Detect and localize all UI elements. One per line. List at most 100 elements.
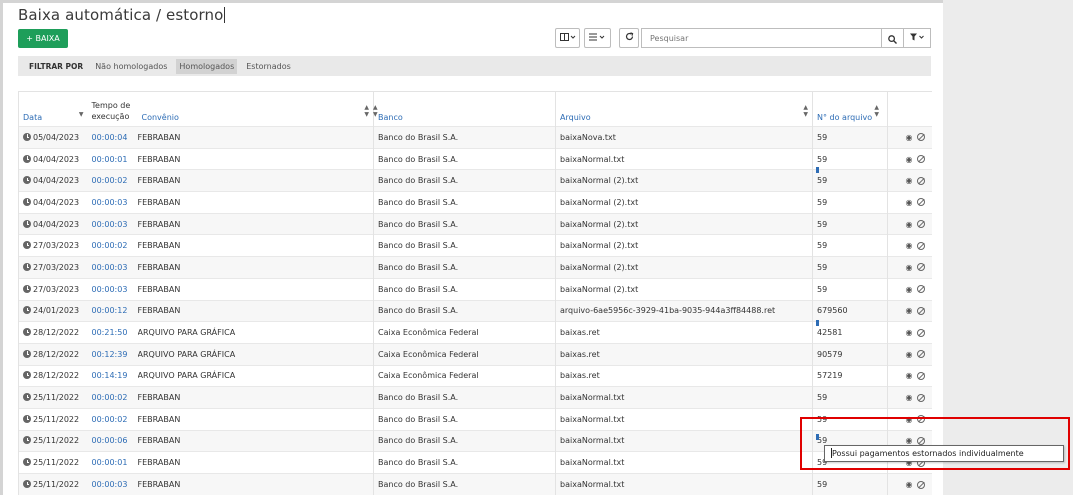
header-arquivo[interactable]: Arquivo ▲ ▼: [555, 91, 813, 127]
header-tempo: Tempo de execução: [87, 91, 138, 127]
ban-icon[interactable]: [916, 263, 925, 272]
cell-arquivo: baixaNormal.txt: [555, 147, 813, 170]
table-row[interactable]: 24/01/2023 00:00:12 FEBRABAN Banco do Brasi…: [18, 299, 932, 322]
cell-tempo[interactable]: 00:00:04: [87, 126, 138, 149]
cell-banco: Banco do Brasil S.A.: [373, 191, 556, 214]
cell-tempo[interactable]: 00:00:02: [87, 407, 138, 431]
ban-icon[interactable]: [916, 393, 925, 402]
cell-actions: ◉: [887, 386, 932, 409]
cell-arquivo: baixaNormal (2).txt: [555, 277, 813, 300]
cell-arquivo: baixaNormal (2).txt: [555, 234, 813, 257]
ban-icon[interactable]: [916, 220, 925, 229]
cell-tempo[interactable]: 00:00:03: [87, 191, 138, 214]
table-row[interactable]: 25/11/2022 00:00:02 FEBRABAN Banco do Brasi…: [18, 386, 932, 409]
table-row[interactable]: 04/04/2023 00:00:03 FEBRABAN Banco do Brasi…: [18, 191, 932, 214]
ban-icon[interactable]: [916, 155, 925, 164]
cell-convenio: FEBRABAN: [137, 191, 374, 214]
cell-tempo[interactable]: 00:00:12: [87, 299, 138, 322]
header-banco[interactable]: Banco ▲ ▼: [373, 91, 556, 127]
table-row[interactable]: 25/11/2022 00:00:01 FEBRABAN Banco do Brasi…: [18, 451, 932, 474]
eye-icon[interactable]: ◉: [906, 133, 913, 142]
table-row[interactable]: 25/11/2022 00:00:02 FEBRABAN Banco do Brasi…: [18, 407, 932, 431]
ban-icon[interactable]: [916, 480, 925, 489]
header-convenio[interactable]: Convênio ▲ ▼: [137, 91, 374, 127]
eye-icon[interactable]: ◉: [906, 198, 913, 207]
header-data[interactable]: Data ▼: [18, 91, 88, 127]
cell-tempo[interactable]: 00:00:03: [87, 277, 138, 300]
table-row[interactable]: 04/04/2023 00:00:01 FEBRABAN Banco do Brasi…: [18, 147, 932, 170]
ban-icon[interactable]: [916, 133, 925, 142]
columns-button[interactable]: [555, 28, 580, 48]
eye-icon[interactable]: ◉: [906, 263, 913, 272]
filter-bar: FILTRAR POR Não homologados Homologados …: [18, 56, 931, 76]
header-numero[interactable]: N° do arquivo ▲ ▼: [812, 91, 888, 127]
cell-tempo[interactable]: 00:00:02: [87, 234, 138, 257]
table-row[interactable]: 04/04/2023 00:00:02 FEBRABAN Banco do Brasi…: [18, 169, 932, 192]
cell-actions: ◉: [887, 234, 932, 257]
filter-option-nao-homologados[interactable]: Não homologados: [92, 59, 170, 74]
ban-icon[interactable]: [916, 198, 925, 207]
eye-icon[interactable]: ◉: [906, 306, 913, 315]
table-row[interactable]: 27/03/2023 00:00:03 FEBRABAN Banco do Brasi…: [18, 277, 932, 300]
cell-banco: Banco do Brasil S.A.: [373, 234, 556, 257]
filter-option-estornados[interactable]: Estornados: [243, 59, 294, 74]
ban-icon[interactable]: [916, 371, 925, 380]
cell-tempo[interactable]: 00:00:01: [87, 147, 138, 170]
eye-icon[interactable]: ◉: [906, 241, 913, 250]
ban-icon[interactable]: [916, 241, 925, 250]
cell-tempo[interactable]: 00:21:50: [87, 321, 138, 344]
add-baixa-button[interactable]: + BAIXA: [18, 29, 68, 48]
table-row[interactable]: 27/03/2023 00:00:02 FEBRABAN Banco do Brasi…: [18, 234, 932, 257]
table-row[interactable]: 27/03/2023 00:00:03 FEBRABAN Banco do Brasi…: [18, 256, 932, 279]
table-row[interactable]: 28/12/2022 00:21:50 ARQUIVO PARA GRÁFICA Ca…: [18, 321, 932, 344]
table-row[interactable]: 25/11/2022 00:00:03 FEBRABAN Banco do Brasi…: [18, 473, 932, 495]
cell-tempo[interactable]: 00:00:01: [87, 451, 138, 474]
clock-icon: [23, 458, 31, 467]
search-input[interactable]: [641, 28, 881, 48]
cell-tempo[interactable]: 00:00:06: [87, 429, 138, 452]
table-row[interactable]: 28/12/2022 00:12:39 ARQUIVO PARA GRÁFICA Ca…: [18, 342, 932, 366]
cell-convenio: FEBRABAN: [137, 386, 374, 409]
table-row[interactable]: 25/11/2022 00:00:06 FEBRABAN Banco do Brasi…: [18, 429, 932, 452]
cell-numero: 42581: [812, 321, 888, 344]
eye-icon[interactable]: ◉: [906, 371, 913, 380]
filter-button[interactable]: [904, 28, 931, 48]
ban-icon[interactable]: [916, 285, 925, 294]
cell-arquivo: baixaNormal.txt: [555, 451, 813, 474]
refresh-button[interactable]: [619, 28, 639, 48]
cell-numero: 90579: [812, 342, 888, 366]
table-row[interactable]: 28/12/2022 00:14:19 ARQUIVO PARA GRÁFICA Ca…: [18, 364, 932, 387]
filter-option-homologados[interactable]: Homologados: [176, 58, 238, 74]
eye-icon[interactable]: ◉: [906, 328, 913, 337]
cell-tempo[interactable]: 00:00:02: [87, 386, 138, 409]
ban-icon[interactable]: [916, 306, 925, 315]
eye-icon[interactable]: ◉: [906, 480, 913, 489]
filter-label: FILTRAR POR: [29, 61, 84, 71]
left-border: [0, 0, 3, 495]
cell-tempo[interactable]: 00:00:03: [87, 212, 138, 235]
cell-tempo[interactable]: 00:00:03: [87, 256, 138, 279]
sort-icon: ▲ ▼: [373, 104, 378, 118]
cell-banco: Banco do Brasil S.A.: [373, 126, 556, 149]
cell-tempo[interactable]: 00:12:39: [87, 342, 138, 366]
eye-icon[interactable]: ◉: [906, 220, 913, 229]
cell-data: 25/11/2022: [18, 386, 88, 409]
ban-icon[interactable]: [916, 328, 925, 337]
columns-icon: [559, 32, 576, 44]
ban-icon[interactable]: [916, 350, 925, 359]
search-button[interactable]: [881, 28, 904, 48]
eye-icon[interactable]: ◉: [906, 176, 913, 185]
eye-icon[interactable]: ◉: [906, 285, 913, 294]
eye-icon[interactable]: ◉: [906, 155, 913, 164]
ban-icon[interactable]: [916, 176, 925, 185]
cell-tempo[interactable]: 00:00:02: [87, 169, 138, 192]
cell-tempo[interactable]: 00:00:03: [87, 473, 138, 495]
list-button[interactable]: [584, 28, 611, 48]
cell-tempo[interactable]: 00:14:19: [87, 364, 138, 387]
cell-banco: Banco do Brasil S.A.: [373, 386, 556, 409]
table-row[interactable]: 05/04/2023 00:00:04 FEBRABAN Banco do Brasi…: [18, 126, 932, 149]
eye-icon[interactable]: ◉: [906, 393, 913, 402]
eye-icon[interactable]: ◉: [906, 350, 913, 359]
clock-icon: [23, 262, 31, 271]
table-row[interactable]: 04/04/2023 00:00:03 FEBRABAN Banco do Brasi…: [18, 212, 932, 235]
